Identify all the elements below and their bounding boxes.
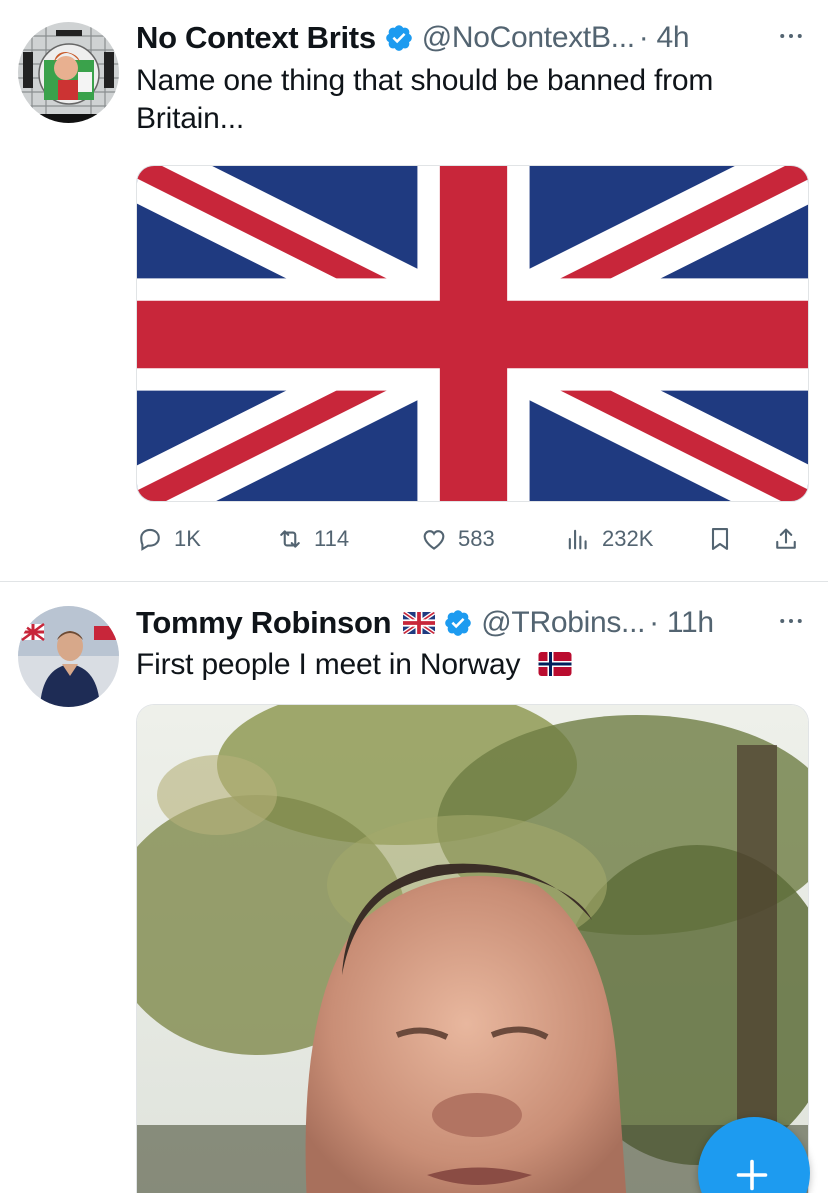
tweet-card[interactable]: No Context Brits @NoContextB... · 4h Nam… xyxy=(0,0,828,582)
tweet-time[interactable]: · 4h xyxy=(639,21,690,55)
like-count: 583 xyxy=(458,526,495,551)
heart-icon xyxy=(423,530,445,550)
tweet-header: No Context Brits @NoContextB... · 4h xyxy=(136,18,808,58)
verified-badge-icon[interactable] xyxy=(384,23,414,53)
views-button[interactable]: 232K xyxy=(564,522,653,556)
reply-icon xyxy=(140,528,160,551)
plus-icon xyxy=(736,1159,768,1191)
verified-badge-icon[interactable] xyxy=(443,608,473,638)
union-jack-flag-image[interactable] xyxy=(136,165,809,502)
video-selfie-under-trees[interactable] xyxy=(136,704,809,1193)
tweet-time[interactable]: · 11h xyxy=(649,606,714,640)
author-name[interactable]: No Context Brits xyxy=(136,20,376,56)
like-button[interactable]: 583 xyxy=(420,522,495,556)
tweet-text: Name one thing that should be banned fro… xyxy=(136,64,714,135)
author-handle[interactable]: @NoContextB... xyxy=(422,21,635,55)
avatar[interactable] xyxy=(18,22,119,123)
bookmark-button[interactable] xyxy=(706,522,734,556)
author-name[interactable]: Tommy Robinson xyxy=(136,605,392,641)
tweet-card[interactable]: Tommy Robinson @TRobins... · 11h First p… xyxy=(0,583,828,1193)
bookmark-icon xyxy=(711,528,729,550)
person-avatar-image xyxy=(18,606,119,707)
views-chart-icon xyxy=(568,529,587,550)
retweet-count: 114 xyxy=(314,526,350,551)
tweet-text: First people I meet in Norway xyxy=(136,646,808,686)
norway-flag-emoji xyxy=(537,648,573,686)
retweet-button[interactable]: 114 xyxy=(276,522,349,556)
author-handle[interactable]: @TRobins... xyxy=(481,606,645,640)
tweet-text-content: First people I meet in Norway xyxy=(136,648,521,681)
avatar[interactable] xyxy=(18,606,119,707)
tweet-actions: 1K 114 583 232K xyxy=(136,522,808,556)
test-card-avatar-image xyxy=(18,22,119,123)
tweet-header: Tommy Robinson @TRobins... · 11h xyxy=(136,603,808,643)
view-count: 232K xyxy=(602,526,654,551)
more-horizontal-icon[interactable] xyxy=(774,21,808,51)
more-horizontal-icon[interactable] xyxy=(774,606,808,636)
retweet-icon xyxy=(280,530,300,548)
share-icon xyxy=(776,528,796,549)
reply-count: 1K xyxy=(174,526,201,551)
reply-button[interactable]: 1K xyxy=(136,522,201,556)
uk-flag-emoji xyxy=(403,612,436,634)
share-button[interactable] xyxy=(772,522,800,556)
